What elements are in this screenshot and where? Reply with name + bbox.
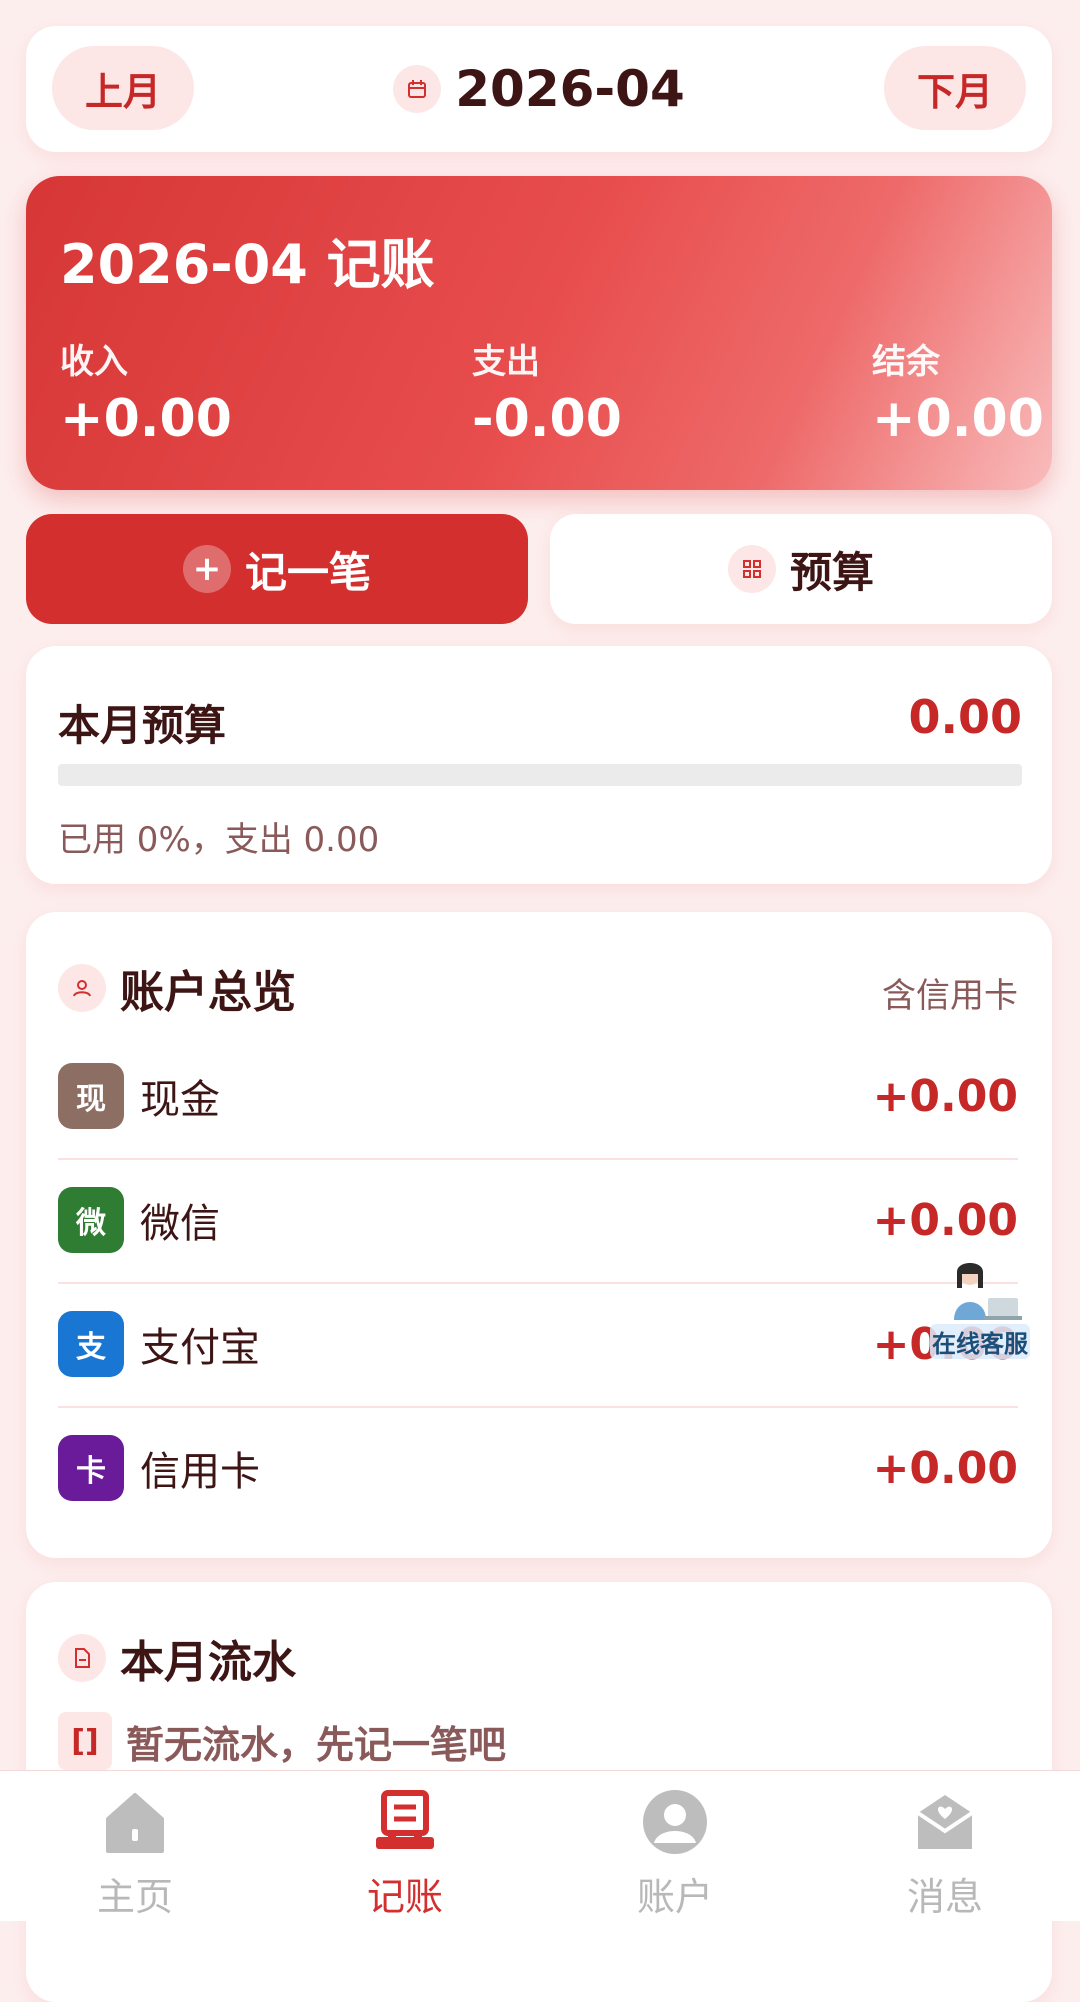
message-icon	[907, 1785, 983, 1858]
tab-home[interactable]: 主页	[0, 1771, 270, 1921]
empty-state-text: 暂无流水，先记一笔吧	[126, 1722, 507, 1767]
accounts-hint: 含信用卡	[882, 976, 1018, 1016]
balance-label: 结余	[872, 342, 940, 382]
month-selector: 上月 2026-04 下月	[26, 26, 1052, 152]
income-block: 收入 +0.00	[60, 334, 232, 449]
account-row-cash[interactable]: 现 现金 +0.00	[58, 1034, 1018, 1160]
add-record-label: 记一笔	[244, 547, 371, 597]
account-name: 现金	[140, 1077, 220, 1123]
bottom-tab-bar: 主页 记账 账户 消息	[0, 1770, 1080, 1921]
online-support-float[interactable]: 在线客服	[930, 1258, 1030, 1362]
account-value: +0.00	[872, 1442, 1018, 1494]
monthly-budget-card[interactable]: 本月预算 0.00 已用 0%，支出 0.00	[26, 646, 1052, 884]
account-name: 微信	[140, 1201, 220, 1247]
account-value: +0.00	[872, 1194, 1018, 1246]
empty-list-icon: []	[58, 1712, 112, 1770]
online-support-label: 在线客服	[930, 1324, 1030, 1359]
monthly-summary-card: 2026-04 记账 收入 +0.00 支出 -0.00 结余 +0.00	[26, 176, 1052, 490]
budget-amount: 0.00	[908, 690, 1023, 744]
user-icon	[637, 1785, 713, 1858]
account-value: +0.00	[872, 1070, 1018, 1122]
empty-state: [] 暂无流水，先记一笔吧	[58, 1712, 506, 1770]
plus-icon: +	[182, 545, 231, 593]
budget-usage-note: 已用 0%，支出 0.00	[58, 820, 380, 860]
expense-label: 支出	[472, 342, 540, 382]
month-text: 2026-04	[455, 60, 685, 118]
tab-messages[interactable]: 消息	[810, 1771, 1080, 1921]
tab-label: 记账	[366, 1875, 443, 1919]
document-icon	[58, 1634, 106, 1682]
income-value: +0.00	[60, 389, 232, 449]
accounts-header: 账户总览	[58, 956, 296, 1020]
credit-card-badge: 卡	[58, 1435, 124, 1501]
budget-progress-bar	[58, 764, 1022, 786]
calendar-icon	[393, 65, 442, 113]
tab-label: 消息	[906, 1875, 983, 1919]
budget-label: 预算	[789, 547, 874, 597]
next-month-button[interactable]: 下月	[884, 46, 1026, 130]
account-row-wechat[interactable]: 微 微信 +0.00	[58, 1158, 1018, 1284]
income-label: 收入	[60, 342, 128, 382]
expense-block: 支出 -0.00	[472, 334, 622, 449]
add-record-button[interactable]: + 记一笔	[26, 514, 528, 624]
expense-value: -0.00	[472, 389, 622, 449]
transactions-title: 本月流水	[120, 1637, 296, 1688]
tab-ledger[interactable]: 记账	[270, 1771, 540, 1921]
accounts-overview-card: 账户总览 含信用卡 现 现金 +0.00 微 微信 +0.00 支 支付宝 +0…	[26, 912, 1052, 1558]
user-icon	[58, 964, 106, 1012]
tab-label: 主页	[96, 1875, 173, 1919]
tab-account[interactable]: 账户	[540, 1771, 810, 1921]
budget-title: 本月预算	[58, 701, 227, 750]
alipay-badge: 支	[58, 1311, 124, 1377]
account-name: 信用卡	[140, 1449, 260, 1495]
transactions-header: 本月流水	[58, 1626, 296, 1690]
home-icon	[97, 1785, 173, 1858]
summary-title: 2026-04 记账	[60, 233, 435, 296]
grid-icon	[727, 545, 776, 593]
balance-block: 结余 +0.00	[872, 334, 1044, 449]
account-row-credit-card[interactable]: 卡 信用卡 +0.00	[58, 1406, 1018, 1530]
balance-value: +0.00	[872, 389, 1044, 449]
tab-label: 账户	[636, 1875, 713, 1919]
ledger-icon	[367, 1785, 443, 1858]
wechat-badge: 微	[58, 1187, 124, 1253]
accounts-title: 账户总览	[120, 967, 296, 1018]
budget-button[interactable]: 预算	[550, 514, 1052, 624]
cash-badge: 现	[58, 1063, 124, 1129]
account-name: 支付宝	[140, 1325, 260, 1371]
account-row-alipay[interactable]: 支 支付宝 +0.00	[58, 1282, 1018, 1408]
support-agent-icon	[954, 1263, 1022, 1320]
